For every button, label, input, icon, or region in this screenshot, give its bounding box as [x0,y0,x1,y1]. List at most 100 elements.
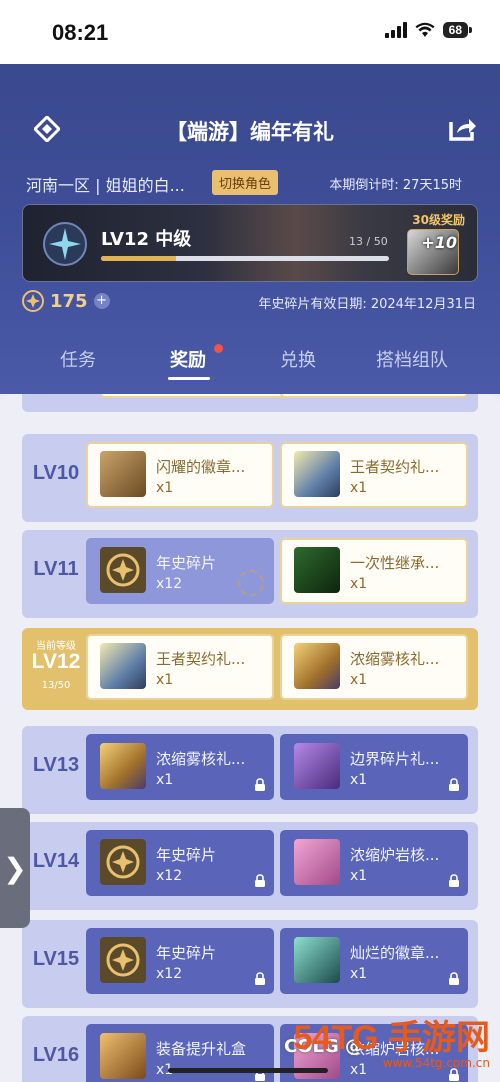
reward-name: 灿烂的徽章... [350,944,440,962]
countdown-text: 本期倒计时: 27天15时 [329,178,462,193]
add-coin-button[interactable]: + [93,293,110,309]
reward-row-lv15: LV15 年史碎片 x12 灿烂的徽章... x1 [22,920,478,1008]
home-indicator[interactable] [168,1068,328,1073]
level-badge-icon [43,222,87,266]
reward-card[interactable]: 浓缩雾核礼... x1 [280,634,468,700]
current-level-progress: 13/50 [41,680,71,691]
coin-balance: 175 + [22,290,110,312]
reward-card[interactable]: 边界碎片礼... x1 [280,734,468,800]
reward-card[interactable] [280,394,468,398]
reward-quantity: x1 [156,772,174,788]
reward-quantity: x12 [156,868,183,884]
status-bar: 08:21 68 [0,0,500,64]
level-label: LV12 中级 [101,229,192,250]
reward-card[interactable]: 王者契约礼... x1 [86,634,274,700]
claimed-stamp-icon [238,570,264,596]
reward-name: 浓缩雾核礼... [156,750,246,768]
reward-card[interactable]: 装备提升礼盒 x1 [86,1024,274,1082]
reward-name: 浓缩炉岩核... [350,846,440,864]
reward-row-partial [22,394,478,412]
tab-tasks[interactable]: 任务 [60,346,96,372]
coin-value: 175 [50,290,88,312]
reward-name: 年史碎片 [156,846,217,864]
reward-card[interactable]: 灿烂的徽章... x1 [280,928,468,994]
reward-card[interactable]: 浓缩雾核礼... x1 [86,734,274,800]
row-level-label: LV12 [31,650,81,673]
level-progress-text: 13 / 50 [349,235,388,248]
row-level-label: LV10 [32,462,80,484]
coin-icon [100,937,146,983]
level-banner: LV12 中级 13 / 50 30级奖励 +10 [22,204,478,282]
equipment-box-icon [100,1033,146,1079]
reward-quantity: x1 [350,868,368,884]
lock-icon [255,874,265,887]
reward-quantity: x1 [350,672,368,688]
reward-name: 王者契约礼... [350,458,440,476]
reward-name: 年史碎片 [156,944,217,962]
reward-row-lv12: 当前等级 13/50 LV12 王者契约礼... x1 浓缩雾核礼... x1 [22,628,478,710]
level30-reward-label: 30级奖励 [412,213,465,227]
reward-name: 闪耀的徽章... [156,458,246,476]
row-level-label: LV11 [33,558,79,580]
reward-card[interactable]: 年史碎片 x12 [86,830,274,896]
coin-icon [100,547,146,593]
reward-quantity: x1 [350,966,368,982]
reward-card[interactable]: 一次性继承... x1 [280,538,468,604]
tab-exchange[interactable]: 兑换 [280,346,316,372]
share-icon[interactable] [448,114,478,142]
rewards-notification-dot [214,344,223,353]
lock-icon [255,972,265,985]
level30-reward-plus: +10 [421,233,457,252]
furnace-core-icon [294,839,340,885]
reward-card[interactable]: 年史碎片 x12 [86,538,274,604]
reward-row-lv14: LV14 年史碎片 x12 浓缩炉岩核... x1 [22,822,478,910]
reward-name: 装备提升礼盒 [156,1040,247,1058]
active-tab-indicator [168,377,210,380]
reward-row-lv11: LV11 年史碎片 x12 一次性继承... x1 [22,530,478,618]
contract-gift-icon [100,643,146,689]
tab-bar: 任务 奖励 兑换 搭档组队 [0,340,500,390]
reward-name: 浓缩雾核礼... [350,650,440,668]
lock-icon [449,972,459,985]
site-watermark: 54TG 手游网 www.54tg.com.cn [294,1020,490,1070]
level-progress-fill [101,256,176,261]
row-level-label: LV14 [32,850,80,872]
coin-icon [100,839,146,885]
reward-quantity: x1 [350,576,368,592]
header: 【端游】编年有礼 河南一区 | 姐姐的白... 切换角色 本期倒计时: 27天1… [0,64,500,394]
reward-row-lv13: LV13 浓缩雾核礼... x1 边界碎片礼... x1 [22,726,478,814]
reward-card[interactable]: 王者契约礼... x1 [280,442,468,508]
reward-quantity: x1 [350,772,368,788]
row-level-label: LV15 [32,948,80,970]
tab-partner-team[interactable]: 搭档组队 [376,346,448,372]
lock-icon [449,778,459,791]
reward-card[interactable] [100,394,288,398]
reward-quantity: x12 [156,576,183,592]
reward-card[interactable]: 闪耀的徽章... x1 [86,442,274,508]
brilliant-badge-icon [294,937,340,983]
boundary-fragment-icon [294,743,340,789]
reward-quantity: x1 [350,480,368,496]
contract-gift-icon [294,451,340,497]
battery-indicator: 68 [442,22,473,38]
row-level-label: LV16 [32,1044,80,1066]
lock-icon [449,1068,459,1081]
reward-quantity: x1 [156,480,174,496]
wifi-icon [415,22,435,37]
rewards-list: LV10 闪耀的徽章... x1 王者契约礼... x1 LV11 年史碎片 x12 一次性继承… [0,394,500,1082]
reward-card[interactable]: 年史碎片 x12 [86,928,274,994]
reward-row-lv10: LV10 闪耀的徽章... x1 王者契约礼... x1 [22,434,478,522]
lock-icon [255,778,265,791]
reward-quantity: x12 [156,966,183,982]
tab-rewards[interactable]: 奖励 [170,346,206,372]
mist-core-gift-icon [294,643,340,689]
inherit-icon [294,547,340,593]
coin-icon [22,290,44,312]
fragment-expiry-text: 年史碎片有效日期: 2024年12月31日 [258,297,476,312]
reward-card[interactable]: 浓缩炉岩核... x1 [280,830,468,896]
reward-name: 边界碎片礼... [350,750,440,768]
status-icons: 68 [384,22,473,38]
side-expand-handle[interactable]: ❯ [0,808,30,928]
switch-role-button[interactable]: 切换角色 [212,170,279,195]
page-title: 【端游】编年有礼 [166,120,334,144]
